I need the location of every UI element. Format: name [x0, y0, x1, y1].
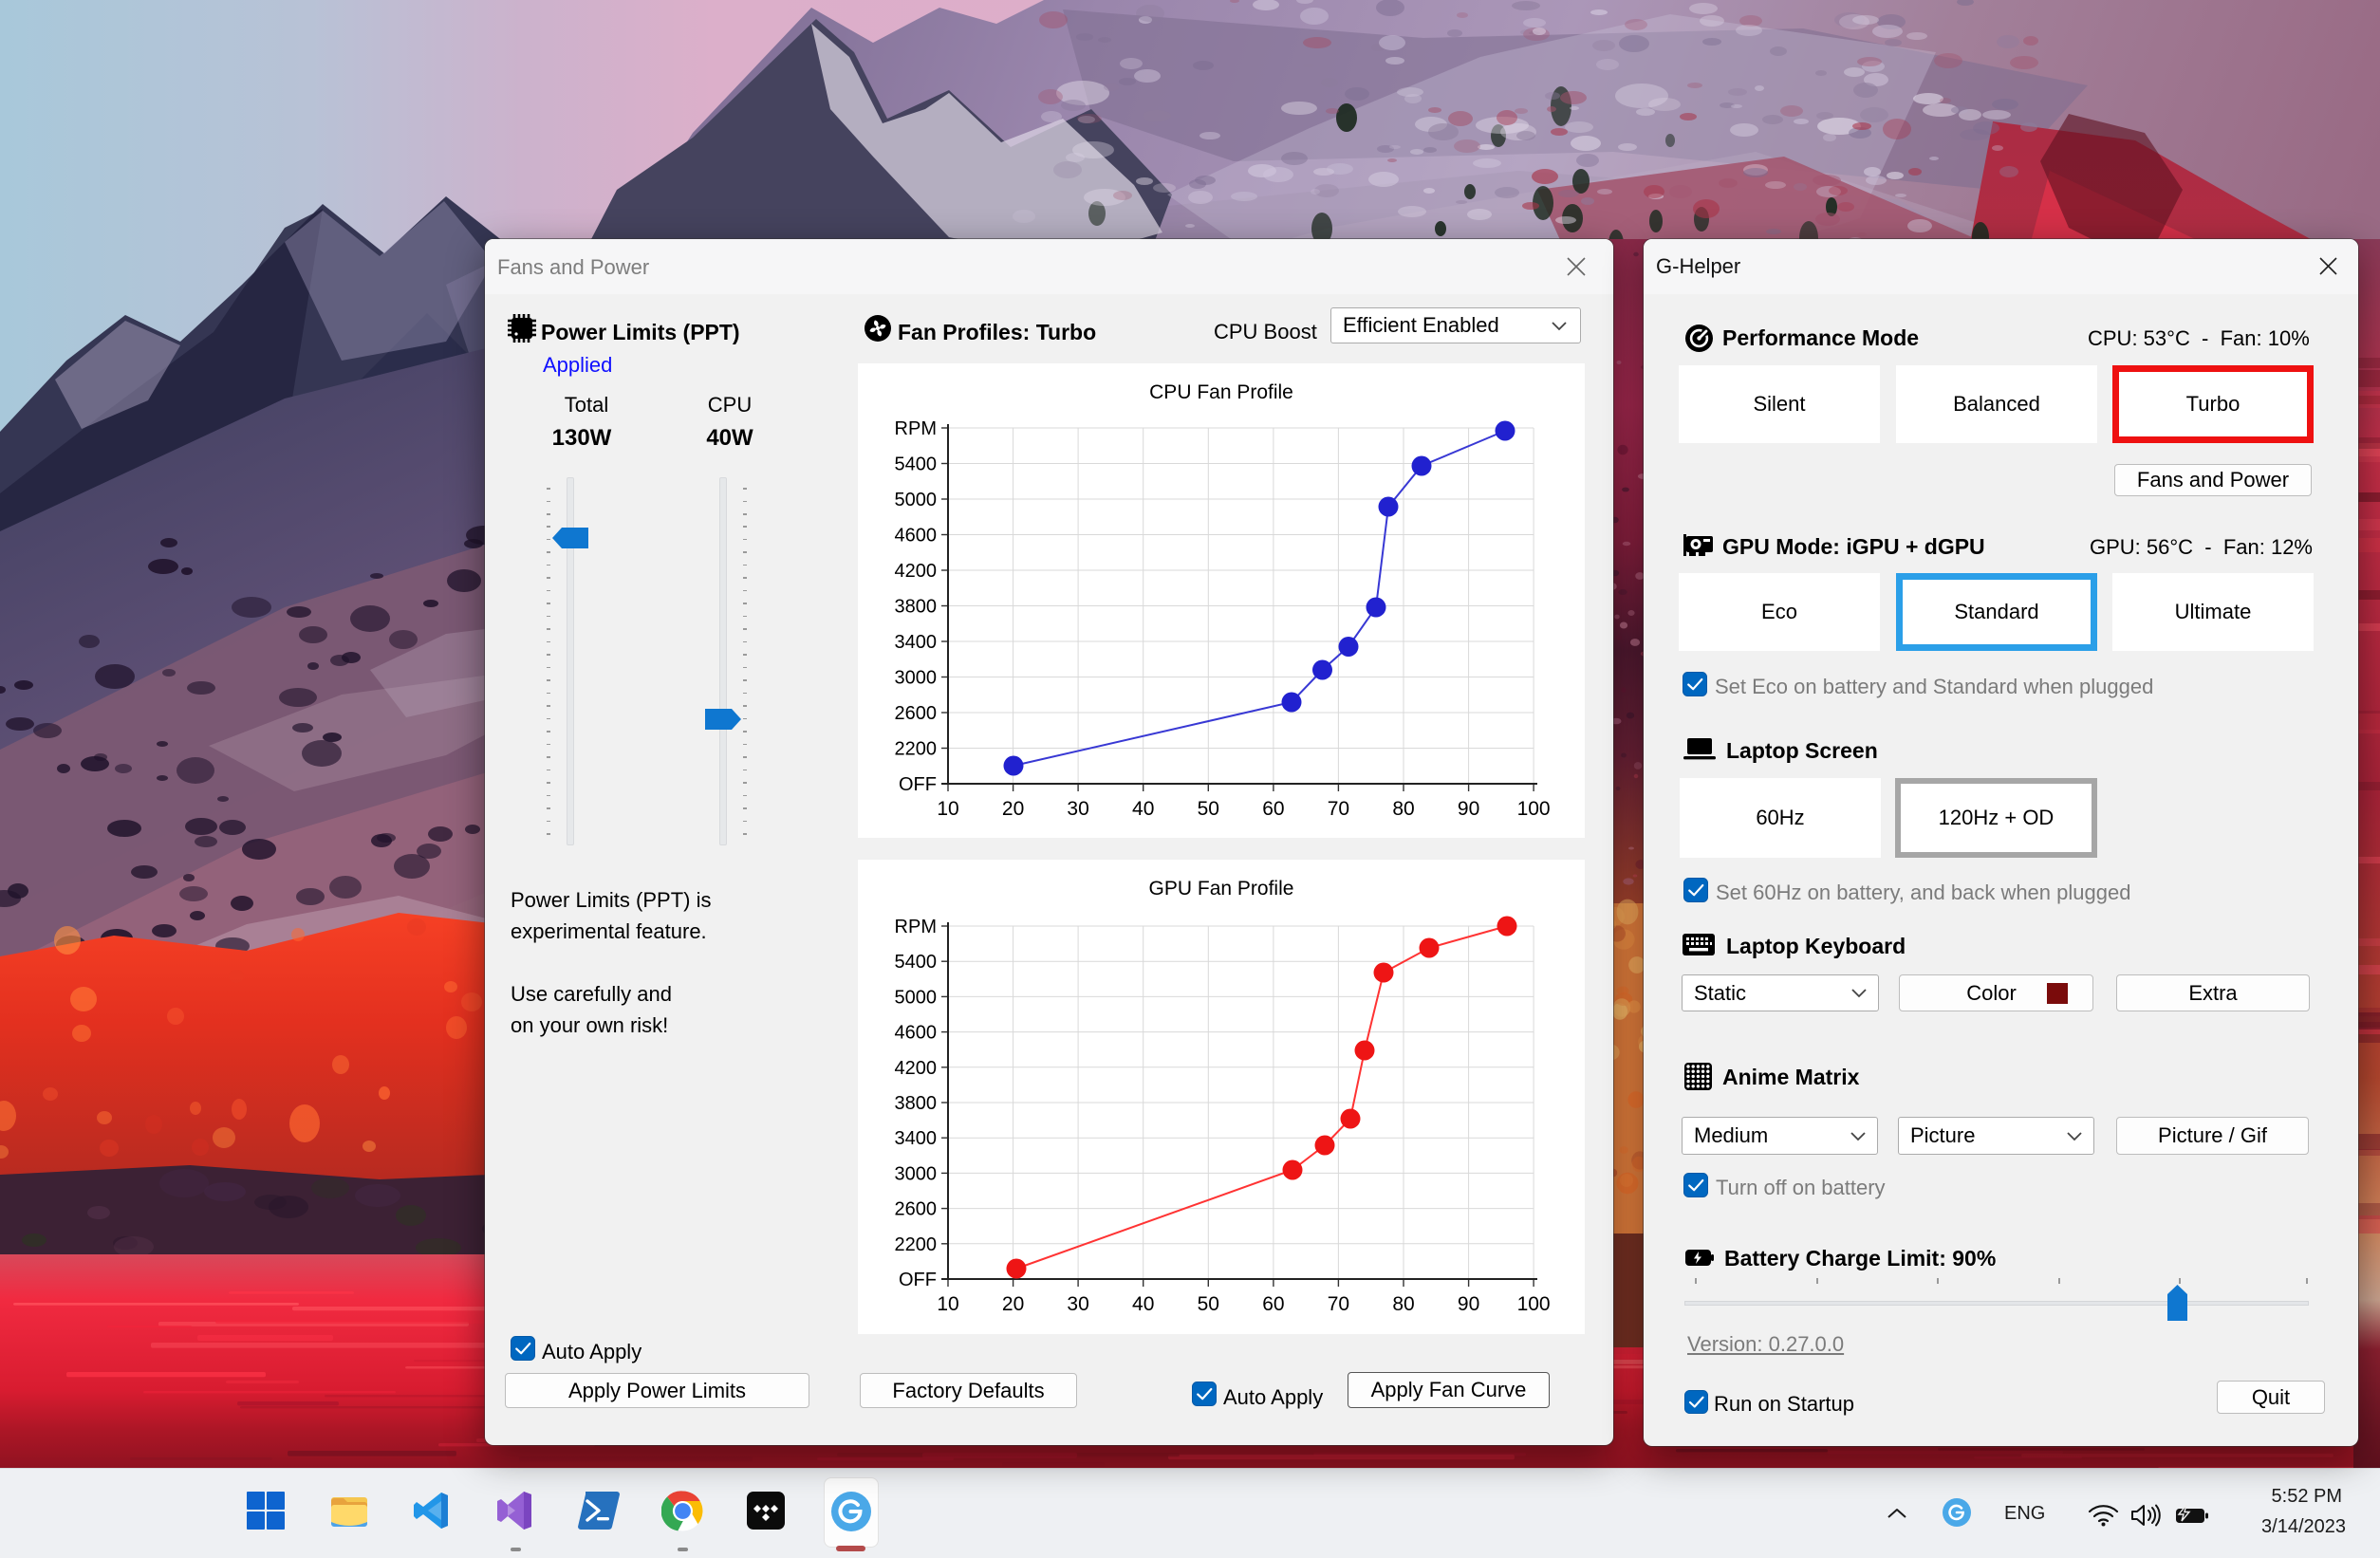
svg-text:5400: 5400 — [895, 952, 938, 973]
svg-text:50: 50 — [1198, 1293, 1219, 1315]
svg-text:70: 70 — [1328, 1293, 1349, 1315]
svg-text:CPU Fan Profile: CPU Fan Profile — [1149, 381, 1293, 403]
svg-text:2200: 2200 — [895, 739, 938, 760]
svg-text:90: 90 — [1458, 798, 1479, 820]
svg-text:3000: 3000 — [895, 1163, 938, 1184]
svg-text:GPU Fan Profile: GPU Fan Profile — [1149, 878, 1294, 900]
svg-text:100: 100 — [1517, 798, 1551, 820]
svg-text:60: 60 — [1262, 1293, 1284, 1315]
svg-text:3800: 3800 — [895, 1093, 938, 1114]
svg-text:100: 100 — [1517, 1293, 1551, 1315]
svg-text:60: 60 — [1262, 798, 1284, 820]
svg-text:5400: 5400 — [895, 454, 938, 475]
svg-text:40: 40 — [1132, 798, 1154, 820]
svg-text:80: 80 — [1392, 798, 1414, 820]
svg-text:5000: 5000 — [895, 490, 938, 510]
svg-text:2600: 2600 — [895, 1199, 938, 1220]
svg-text:70: 70 — [1328, 798, 1349, 820]
svg-text:2200: 2200 — [895, 1234, 938, 1255]
svg-text:4200: 4200 — [895, 561, 938, 582]
svg-text:5000: 5000 — [895, 987, 938, 1008]
svg-text:30: 30 — [1067, 798, 1088, 820]
svg-text:40: 40 — [1132, 1293, 1154, 1315]
svg-text:20: 20 — [1002, 1293, 1024, 1315]
svg-text:4600: 4600 — [895, 526, 938, 547]
svg-text:50: 50 — [1198, 798, 1219, 820]
svg-text:80: 80 — [1392, 1293, 1414, 1315]
svg-text:10: 10 — [937, 798, 958, 820]
svg-text:3400: 3400 — [895, 632, 938, 653]
svg-text:10: 10 — [937, 1293, 958, 1315]
svg-text:2600: 2600 — [895, 703, 938, 724]
svg-text:3400: 3400 — [895, 1128, 938, 1149]
svg-text:3800: 3800 — [895, 597, 938, 618]
svg-text:OFF: OFF — [899, 1270, 937, 1290]
svg-text:RPM: RPM — [895, 418, 937, 439]
svg-text:4600: 4600 — [895, 1023, 938, 1044]
svg-text:RPM: RPM — [895, 917, 937, 937]
svg-text:4200: 4200 — [895, 1058, 938, 1079]
svg-text:90: 90 — [1458, 1293, 1479, 1315]
svg-text:20: 20 — [1002, 798, 1024, 820]
svg-text:3000: 3000 — [895, 668, 938, 689]
svg-text:30: 30 — [1067, 1293, 1088, 1315]
svg-text:OFF: OFF — [899, 774, 937, 795]
